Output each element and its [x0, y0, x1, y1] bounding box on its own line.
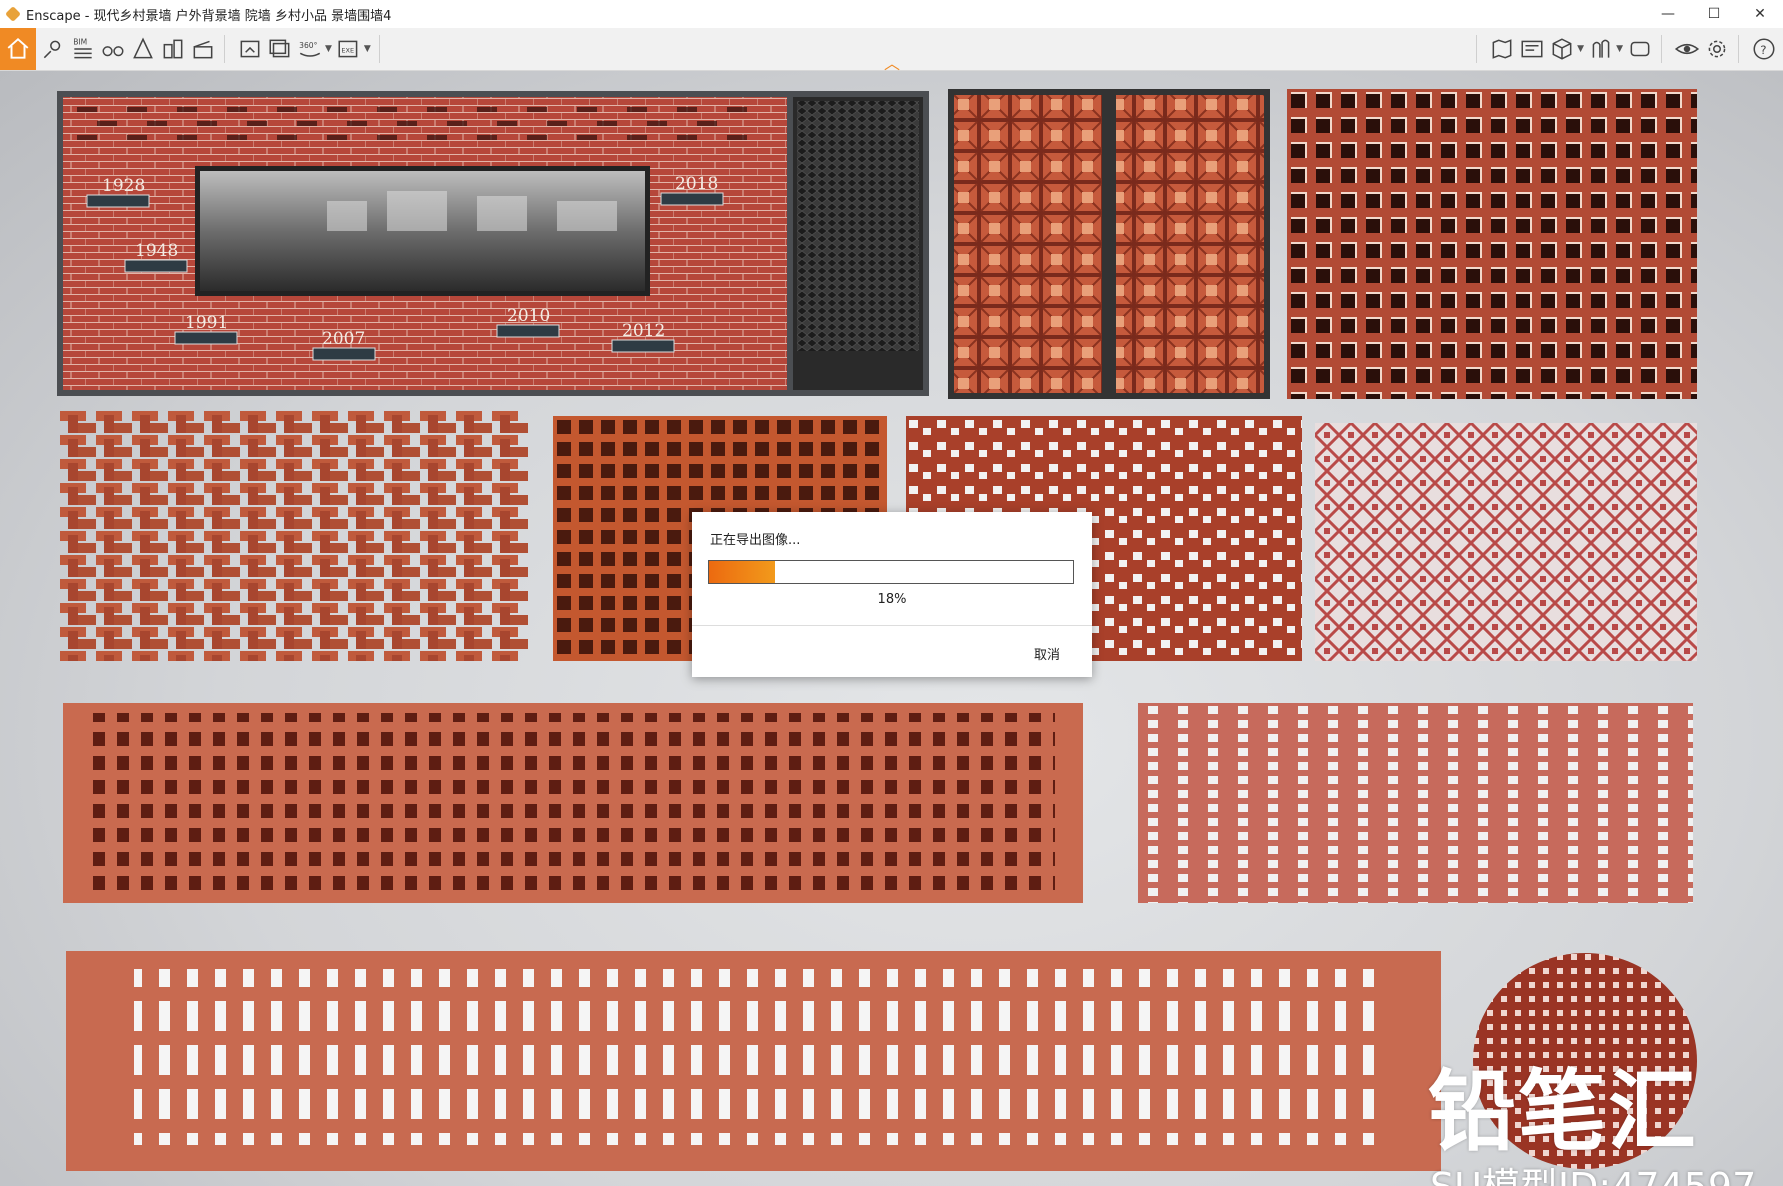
map-button[interactable]	[1489, 31, 1515, 67]
dialog-divider	[692, 625, 1092, 626]
chevron-down-icon[interactable]: ▼	[364, 44, 371, 54]
settings-button[interactable]	[1704, 31, 1730, 67]
map-icon	[1492, 39, 1512, 59]
dialog-title: 正在导出图像...	[710, 533, 801, 548]
panorama-360-icon: 360°	[299, 41, 321, 57]
maximize-button[interactable]: ☐	[1691, 0, 1737, 28]
year-1991: 1991	[185, 313, 228, 333]
export-progress-bar	[708, 560, 1074, 584]
binoculars-icon	[102, 46, 124, 57]
close-button[interactable]: ✕	[1737, 0, 1783, 28]
year-1928: 1928	[102, 176, 145, 196]
location-icon	[43, 40, 61, 59]
compass-icon	[133, 37, 153, 59]
export-progress-dialog: 正在导出图像... 18% 取消	[692, 512, 1092, 677]
panorama-button[interactable]: 360° ▼	[297, 31, 332, 67]
location-button[interactable]	[40, 31, 66, 67]
cancel-button[interactable]: 取消	[1034, 644, 1060, 663]
svg-text:BIM: BIM	[73, 38, 87, 47]
square-screen-panel	[1287, 89, 1697, 399]
screenshot-button[interactable]	[237, 31, 263, 67]
batch-render-icon	[269, 39, 290, 58]
window-controls: — ☐ ✕	[1645, 0, 1783, 28]
enscape-logo-icon	[5, 6, 21, 22]
toolbar-separator	[1661, 35, 1662, 63]
tile-screen-panel	[948, 89, 1270, 399]
lattice-panel	[1315, 423, 1697, 661]
help-icon: ?	[1753, 38, 1775, 60]
compass-button[interactable]	[130, 31, 156, 67]
batch-render-button[interactable]	[267, 31, 293, 67]
minimize-button[interactable]: —	[1645, 0, 1691, 28]
home-button[interactable]	[0, 28, 36, 70]
sync-button[interactable]	[1627, 31, 1653, 67]
watermark-model-id: SU模型ID:474597	[1430, 1156, 1756, 1186]
help-button[interactable]: ?	[1751, 31, 1777, 67]
toolbar-separator	[378, 35, 380, 63]
year-2010: 2010	[507, 306, 550, 326]
svg-text:?: ?	[1760, 43, 1766, 57]
export-exe-button[interactable]: EXE ▼	[336, 31, 371, 67]
clapper-icon	[193, 40, 213, 59]
toolbar-right: ▼ ▼ ?	[1468, 28, 1783, 70]
bim-icon: BIM	[73, 38, 92, 59]
cube-icon	[1552, 38, 1572, 60]
year-2007: 2007	[322, 329, 365, 349]
window-title: Enscape - 现代乡村景墙 户外背景墙 院墙 乡村小品 景墙围墙4	[26, 8, 392, 24]
buildings-button[interactable]	[160, 31, 186, 67]
progress-fill	[709, 561, 775, 583]
stack-brick-panel	[1138, 703, 1693, 903]
clapper-button[interactable]	[190, 31, 216, 67]
title-bar: Enscape - 现代乡村景墙 户外背景墙 院墙 乡村小品 景墙围墙4 — ☐…	[0, 0, 1783, 28]
toolbar-separator	[1476, 35, 1478, 63]
chevron-down-icon[interactable]: ▼	[325, 44, 332, 54]
views-button[interactable]	[1519, 31, 1545, 67]
home-icon	[7, 37, 29, 59]
year-2018: 2018	[675, 174, 718, 194]
svg-text:EXE: EXE	[341, 46, 354, 54]
sync-icon	[1630, 41, 1650, 57]
assets-icon	[1592, 39, 1610, 58]
settings-icon	[1708, 40, 1726, 58]
assets-button[interactable]: ▼	[1588, 31, 1623, 67]
year-1948: 1948	[135, 241, 178, 261]
toolbar-separator	[224, 35, 225, 63]
export-exe-icon: EXE	[338, 40, 358, 58]
bim-button[interactable]: BIM	[70, 31, 96, 67]
interlock-brick-panel	[60, 411, 528, 661]
screenshot-icon	[240, 40, 260, 58]
visibility-button[interactable]	[1674, 31, 1700, 67]
cube-button[interactable]: ▼	[1549, 31, 1584, 67]
year-2012: 2012	[622, 321, 665, 341]
buildings-icon	[163, 39, 183, 59]
slotted-wall-panel	[66, 951, 1441, 1171]
chevron-down-icon[interactable]: ▼	[1616, 44, 1623, 54]
toolbar-separator	[1738, 35, 1739, 63]
views-icon	[1521, 40, 1543, 58]
visibility-icon	[1674, 43, 1700, 55]
perforated-wall-panel	[63, 703, 1083, 903]
watermark-brand: 铅笔汇	[1428, 1060, 1699, 1163]
svg-text:360°: 360°	[299, 41, 317, 50]
chevron-down-icon[interactable]: ▼	[1577, 44, 1584, 54]
brick-wall-panel: 1928 2018 1948 1991 2007 2010 2012	[57, 91, 929, 396]
progress-percent: 18%	[877, 592, 907, 607]
binoculars-button[interactable]	[100, 31, 126, 67]
